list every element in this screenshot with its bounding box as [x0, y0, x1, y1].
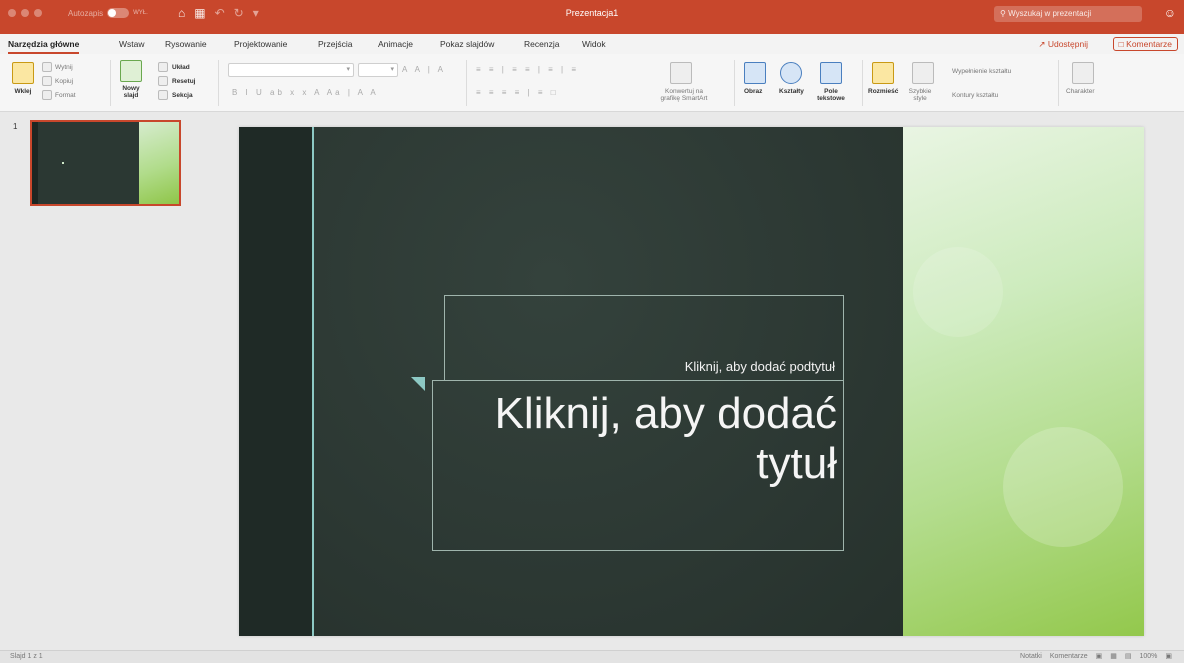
ribbon-divider — [466, 60, 467, 106]
ribbon-tabs: Narzędzia główne Wstaw Rysowanie Projekt… — [0, 34, 1184, 54]
thumbnail-dark-strip — [32, 122, 38, 204]
paste-button[interactable]: Wklej — [8, 88, 38, 95]
search-icon: ⚲ — [1000, 9, 1006, 18]
smartart-button[interactable]: Konwertuj na grafikę SmartArt — [656, 88, 712, 103]
ribbon: Wklej Wytnij Kopiuj Format Nowy slajd Uk… — [0, 54, 1184, 112]
triangle-accent-icon — [411, 377, 425, 391]
shapes-button[interactable]: Kształty — [779, 88, 804, 95]
ribbon-divider — [1058, 60, 1059, 106]
picture-icon[interactable] — [744, 62, 766, 84]
slide-glow — [1003, 427, 1123, 547]
tab-insert[interactable]: Wstaw — [119, 39, 145, 49]
title-bar: Autozapis WYŁ. ⌂ ▦ ↶ ↻ ▾ Prezentacja1 ⚲ … — [0, 0, 1184, 34]
quick-styles-button[interactable]: Szybkie style — [906, 88, 934, 103]
section-icon[interactable] — [158, 90, 168, 100]
search-input[interactable]: ⚲ Wyszukaj w prezentacji — [994, 6, 1142, 22]
format-painter-icon[interactable] — [42, 90, 52, 100]
tab-home[interactable]: Narzędzia główne — [8, 39, 80, 54]
notes-button[interactable]: Notatki — [1020, 653, 1042, 660]
tab-review[interactable]: Recenzja — [524, 39, 559, 49]
status-controls: Notatki Komentarze ▣ ▦ ▤ 100% ▣ — [1020, 652, 1172, 661]
tab-design[interactable]: Projektowanie — [234, 39, 287, 49]
font-family-select[interactable] — [228, 63, 354, 77]
slide-glow — [913, 247, 1003, 337]
paste-icon[interactable] — [12, 62, 34, 84]
tab-slideshow[interactable]: Pokaz slajdów — [440, 39, 494, 49]
font-size-select[interactable] — [358, 63, 398, 77]
new-slide-icon[interactable] — [120, 60, 142, 82]
quick-styles-icon[interactable] — [912, 62, 934, 84]
textbox-icon[interactable] — [820, 62, 842, 84]
tab-view[interactable]: Widok — [582, 39, 606, 49]
cut-icon[interactable] — [42, 62, 52, 72]
slide-info: Slajd 1 z 1 — [10, 653, 43, 660]
ribbon-divider — [218, 60, 219, 106]
slide-green-panel — [903, 127, 1144, 636]
reset-icon[interactable] — [158, 76, 168, 86]
arrange-icon[interactable] — [872, 62, 894, 84]
new-slide-button[interactable]: Nowy slajd — [116, 85, 146, 100]
tab-animations[interactable]: Animacje — [378, 39, 413, 49]
font-size-buttons[interactable]: A A | A — [402, 65, 446, 74]
layout-icon[interactable] — [158, 62, 168, 72]
picture-button[interactable]: Obraz — [744, 88, 762, 95]
thumbnail-green-panel — [139, 122, 179, 204]
subtitle-placeholder-text[interactable]: Kliknij, aby dodać podtytuł — [449, 359, 835, 374]
layout-button[interactable]: Układ — [172, 64, 190, 71]
zoom-level[interactable]: 100% — [1139, 653, 1157, 660]
arrange-button[interactable]: Rozmieść — [868, 88, 898, 95]
reset-button[interactable]: Resetuj — [172, 78, 195, 85]
shape-fill-button[interactable]: Wypełnienie kształtu — [952, 68, 1011, 75]
status-comments-button[interactable]: Komentarze — [1050, 653, 1088, 660]
alignment-buttons[interactable]: ≡ ≡ ≡ ≡ | ≡ □ — [476, 88, 559, 97]
normal-view-icon[interactable]: ▣ — [1096, 652, 1103, 660]
shapes-icon[interactable] — [780, 62, 802, 84]
title-placeholder-text[interactable]: Kliknij, aby dodać tytuł — [439, 389, 837, 489]
share-label: Udostępnij — [1047, 39, 1088, 49]
format-painter-button[interactable]: Format — [55, 92, 76, 99]
section-button[interactable]: Sekcja — [172, 92, 193, 99]
slide-dark-strip — [239, 127, 312, 636]
tab-transitions[interactable]: Przejścia — [318, 39, 352, 49]
font-format-buttons[interactable]: B I U ab x x A Aa | A A — [232, 88, 379, 97]
slide-thumbnail[interactable] — [30, 120, 181, 206]
slide-number: 1 — [13, 122, 18, 131]
copy-button[interactable]: Kopiuj — [55, 78, 73, 85]
textbox-button[interactable]: Pole tekstowe — [812, 88, 850, 103]
tab-draw[interactable]: Rysowanie — [165, 39, 207, 49]
comments-button[interactable]: □ Komentarze — [1112, 37, 1178, 51]
copy-icon[interactable] — [42, 76, 52, 86]
cut-button[interactable]: Wytnij — [55, 64, 73, 71]
reading-view-icon[interactable]: ▤ — [1125, 652, 1132, 660]
comments-label: Komentarze — [1126, 39, 1172, 49]
ribbon-divider — [110, 60, 111, 106]
smartart-icon[interactable] — [670, 62, 692, 84]
character-icon[interactable] — [1072, 62, 1094, 84]
slide-canvas[interactable]: Kliknij, aby dodać podtytuł Kliknij, aby… — [239, 127, 1144, 636]
ribbon-divider — [734, 60, 735, 106]
share-icon: ↗ — [1038, 39, 1048, 49]
share-button[interactable]: ↗ Udostępnij — [1038, 39, 1088, 50]
thumbnail-placeholder-dot — [62, 162, 64, 164]
shape-outline-button[interactable]: Kontury kształtu — [952, 92, 998, 99]
list-buttons[interactable]: ≡ ≡ | ≡ ≡ | ≡ | ≡ — [476, 65, 579, 74]
status-bar: Slajd 1 z 1 Notatki Komentarze ▣ ▦ ▤ 100… — [0, 650, 1184, 663]
fit-slide-icon[interactable]: ▣ — [1165, 652, 1172, 660]
account-icon[interactable]: ☺ — [1164, 6, 1176, 20]
ribbon-divider — [862, 60, 863, 106]
character-button[interactable]: Charakter — [1066, 88, 1095, 95]
sorter-view-icon[interactable]: ▦ — [1110, 652, 1117, 660]
search-placeholder: Wyszukaj w prezentacji — [1008, 9, 1092, 18]
